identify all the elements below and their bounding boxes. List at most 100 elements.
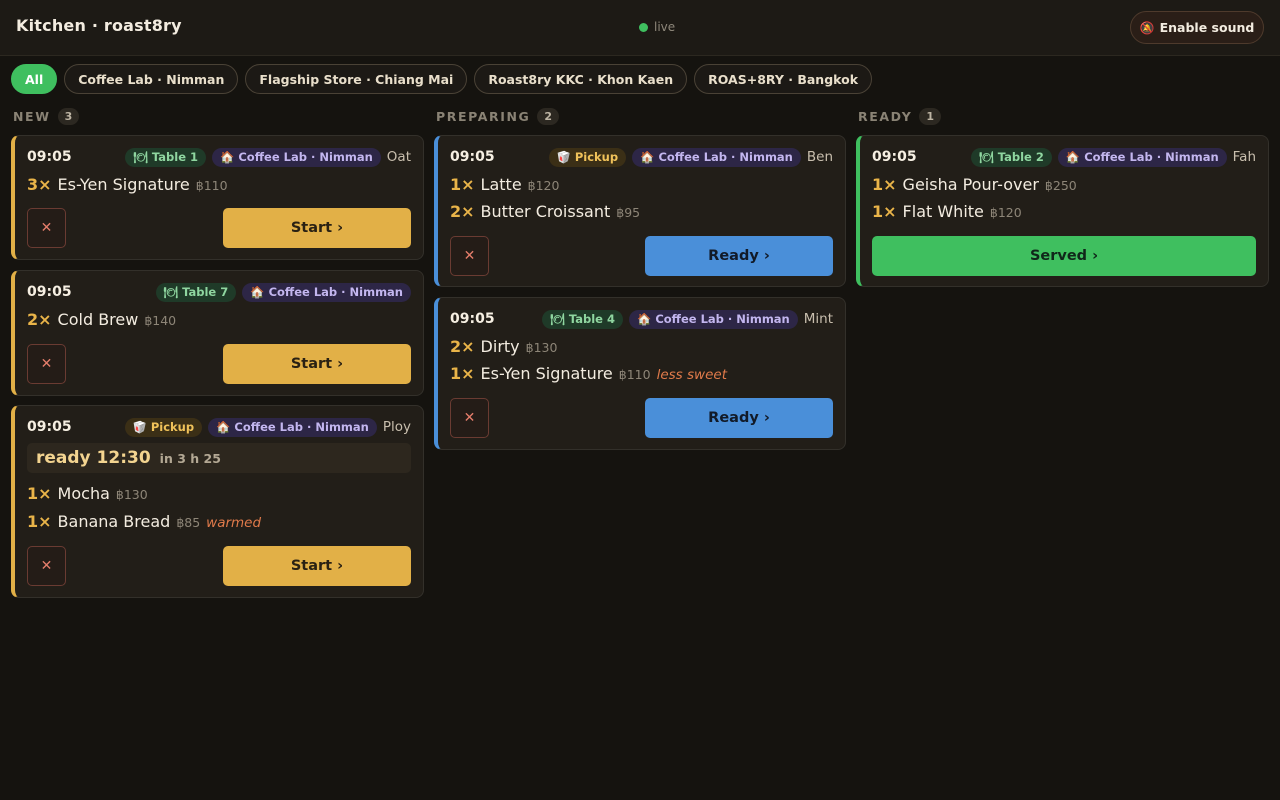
column-title: NEW [13, 109, 51, 124]
order-item: 2× Butter Croissant ฿95 [450, 202, 833, 224]
house-icon: 🏠 [250, 285, 269, 299]
item-price: ฿130 [525, 340, 558, 355]
item-name: Butter Croissant [480, 202, 611, 221]
filter-chip-coffee-lab-nimman[interactable]: Coffee Lab · Nimman [64, 64, 239, 94]
bell-slash-icon: 🔕 [1139, 20, 1155, 35]
item-note: warmed [206, 515, 262, 531]
filter-chip-roast8ry-kkc[interactable]: Roast8ry KKC · Khon Kaen [474, 64, 688, 94]
fork-knife-icon: 🍽 [133, 150, 152, 164]
item-name: Geisha Pour-over [902, 175, 1039, 194]
order-card: 09:05 🍽 Table 4 🏠 Coffee Lab · Nimman Mi… [434, 297, 846, 450]
item-price: ฿250 [1044, 178, 1077, 193]
item-qty: 3× [27, 175, 52, 194]
live-label: live [654, 20, 676, 34]
start-order-button[interactable]: Start › [223, 208, 411, 248]
order-item: 1× Mocha ฿130 [27, 484, 411, 506]
item-name: Latte [480, 175, 522, 194]
order-time: 09:05 [872, 149, 917, 165]
item-qty: 2× [450, 202, 475, 221]
pickup-tag: 🥡 Pickup [548, 147, 627, 167]
customer-name: Ploy [382, 419, 411, 435]
filter-chip-all[interactable]: All [11, 64, 58, 94]
top-bar: Kitchen · roast8ry live 🔕 Enable sound [0, 0, 1280, 56]
enable-sound-button[interactable]: 🔕 Enable sound [1130, 11, 1264, 44]
store-tag: 🏠 Coffee Lab · Nimman [632, 147, 801, 167]
order-item: 1× Banana Bread ฿85 warmed [27, 512, 411, 534]
item-name: Banana Bread [57, 512, 171, 531]
store-tag: 🏠 Coffee Lab · Nimman [242, 282, 411, 302]
column-count-badge: 2 [537, 108, 560, 125]
cancel-order-button[interactable]: ✕ [27, 546, 66, 586]
mark-served-button[interactable]: Served › [872, 236, 1256, 276]
column-title: PREPARING [436, 109, 531, 124]
order-time: 09:05 [450, 149, 495, 165]
table-tag: 🍽 Table 2 [971, 147, 1052, 167]
mark-ready-button[interactable]: Ready › [645, 398, 833, 438]
cancel-order-button[interactable]: ✕ [27, 344, 66, 384]
store-tag: 🏠 Coffee Lab · Nimman [628, 309, 798, 329]
start-order-button[interactable]: Start › [223, 344, 411, 384]
takeout-box-icon: 🥡 [132, 420, 151, 434]
item-qty: 1× [450, 364, 475, 383]
house-icon: 🏠 [636, 312, 656, 326]
order-header: 09:05 🍽 Table 2 🏠 Coffee Lab · Nimman Fa… [872, 147, 1256, 167]
item-price: ฿120 [989, 205, 1022, 220]
item-name: Es-Yen Signature [57, 175, 190, 194]
column-count-badge: 3 [57, 108, 80, 125]
order-card: 09:05 🍽 Table 2 🏠 Coffee Lab · Nimman Fa… [856, 135, 1269, 287]
customer-name: Ben [806, 149, 833, 165]
mark-ready-button[interactable]: Ready › [645, 236, 833, 276]
item-price: ฿110 [618, 367, 651, 382]
house-icon: 🏠 [220, 150, 239, 164]
column-header-preparing: PREPARING 2 [436, 108, 560, 125]
pickup-tag: 🥡 Pickup [124, 417, 203, 437]
store-tag: 🏠 Coffee Lab · Nimman [208, 417, 377, 437]
filter-chip-flagship-chiang-mai[interactable]: Flagship Store · Chiang Mai [245, 64, 468, 94]
order-item: 1× Flat White ฿120 [872, 202, 1256, 224]
item-qty: 2× [450, 337, 475, 356]
customer-name: Mint [803, 311, 833, 327]
order-header: 09:05 🍽 Table 7 🏠 Coffee Lab · Nimman [27, 282, 411, 302]
start-order-button[interactable]: Start › [223, 546, 411, 586]
item-qty: 1× [872, 175, 897, 194]
order-item: 1× Latte ฿120 [450, 175, 833, 197]
filter-chip-roas8ry-bangkok[interactable]: ROAS+8RY · Bangkok [694, 64, 873, 94]
item-name: Dirty [480, 337, 520, 356]
cancel-order-button[interactable]: ✕ [450, 398, 489, 438]
store-tag: 🏠 Coffee Lab · Nimman [212, 147, 381, 167]
column-header-new: NEW 3 [13, 108, 80, 125]
order-header: 09:05 🍽 Table 1 🏠 Coffee Lab · Nimman Oa… [27, 147, 411, 167]
cancel-order-button[interactable]: ✕ [27, 208, 66, 248]
customer-name: Oat [386, 149, 411, 165]
live-indicator: live [639, 20, 675, 34]
item-price: ฿130 [115, 487, 148, 502]
live-dot-icon [639, 22, 648, 32]
item-qty: 1× [27, 512, 52, 531]
ready-countdown: in 3 h 25 [159, 450, 221, 466]
item-name: Flat White [902, 202, 984, 221]
store-tag: 🏠 Coffee Lab · Nimman [1057, 147, 1227, 167]
order-item: 2× Dirty ฿130 [450, 337, 833, 359]
item-price: ฿110 [195, 178, 228, 193]
order-header: 09:05 🥡 Pickup 🏠 Coffee Lab · Nimman Plo… [27, 417, 411, 437]
enable-sound-label: Enable sound [1159, 20, 1255, 35]
item-price: ฿85 [176, 515, 201, 530]
customer-name: Fah [1232, 149, 1256, 165]
item-note: less sweet [656, 367, 727, 383]
cancel-order-button[interactable]: ✕ [450, 236, 489, 276]
fork-knife-icon: 🍽 [979, 150, 998, 164]
item-name: Mocha [57, 484, 110, 503]
order-time: 09:05 [27, 419, 72, 435]
store-filter-bar: All Coffee Lab · Nimman Flagship Store ·… [11, 64, 873, 94]
item-name: Es-Yen Signature [480, 364, 613, 383]
item-name: Cold Brew [57, 310, 139, 329]
item-qty: 1× [27, 484, 52, 503]
order-item: 2× Cold Brew ฿140 [27, 310, 411, 332]
item-price: ฿120 [527, 178, 560, 193]
fork-knife-icon: 🍽 [550, 312, 569, 326]
order-time: 09:05 [27, 149, 72, 165]
item-price: ฿140 [144, 313, 177, 328]
item-qty: 1× [872, 202, 897, 221]
order-item: 1× Es-Yen Signature ฿110 less sweet [450, 364, 833, 386]
order-item: 1× Geisha Pour-over ฿250 [872, 175, 1256, 197]
